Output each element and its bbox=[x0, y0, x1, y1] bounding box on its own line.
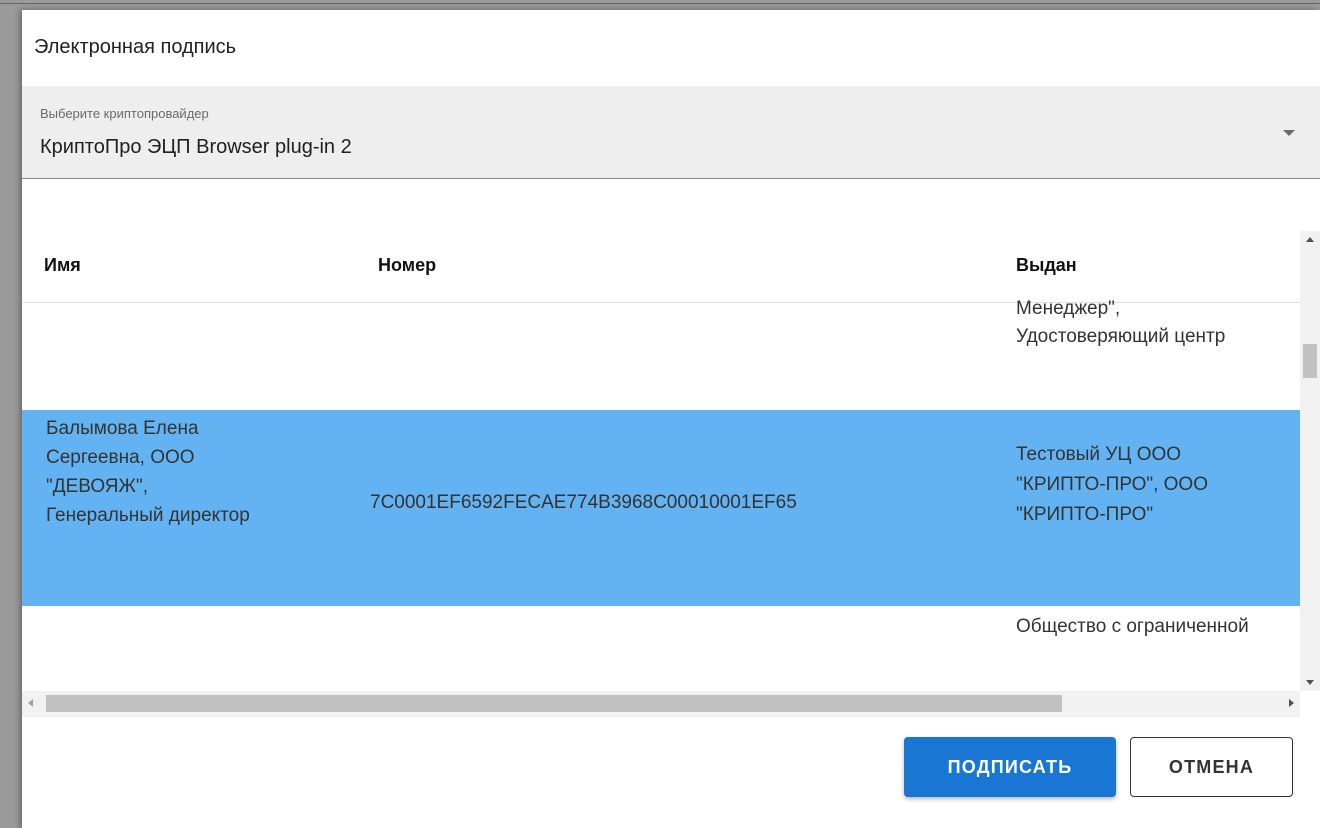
scroll-left-icon[interactable] bbox=[28, 699, 33, 707]
table-row[interactable]: Менеджер", Удостоверяющий центр bbox=[22, 298, 1300, 410]
table-header: Имя Номер Выдан bbox=[22, 231, 1300, 303]
cell-issuer: Общество с ограниченной bbox=[1016, 616, 1249, 637]
cell-number: 7C0001EF6592FECAE774B3968C00010001EF65 bbox=[370, 492, 797, 513]
column-header-name[interactable]: Имя bbox=[44, 255, 81, 276]
scroll-up-icon[interactable] bbox=[1306, 237, 1314, 242]
certificates-table: Имя Номер Выдан Менеджер", Удостоверяющи… bbox=[22, 231, 1320, 717]
select-label: Выберите криптопровайдер bbox=[40, 106, 209, 121]
cell-issuer: Тестовый УЦ ООО "КРИПТО-ПРО", ООО "КРИПТ… bbox=[1016, 444, 1208, 525]
cell-issuer: Менеджер", Удостоверяющий центр bbox=[1016, 295, 1256, 351]
horizontal-scroll-thumb[interactable] bbox=[46, 695, 1062, 712]
sign-button[interactable]: ПОДПИСАТЬ bbox=[904, 737, 1116, 797]
backdrop-line bbox=[0, 3, 1320, 4]
vertical-scroll-thumb[interactable] bbox=[1303, 344, 1317, 378]
cell-name: Балымова Елена Сергеевна, ООО "ДЕВОЯЖ", … bbox=[46, 418, 250, 526]
scroll-down-icon[interactable] bbox=[1306, 680, 1314, 685]
table-row-selected[interactable]: Балымова Елена Сергеевна, ООО "ДЕВОЯЖ", … bbox=[22, 410, 1300, 606]
vertical-scrollbar[interactable] bbox=[1300, 231, 1320, 691]
signature-dialog: Электронная подпись Выберите криптопрова… bbox=[22, 10, 1320, 828]
column-header-number[interactable]: Номер bbox=[378, 255, 436, 276]
cell-issuer-text: Менеджер", Удостоверяющий центр bbox=[1016, 298, 1226, 347]
caret-down-icon[interactable] bbox=[1283, 130, 1295, 136]
dialog-title: Электронная подпись bbox=[34, 36, 237, 58]
cancel-button[interactable]: ОТМЕНА bbox=[1130, 737, 1293, 797]
select-value: КриптоПро ЭЦП Browser plug-in 2 bbox=[40, 136, 352, 158]
horizontal-scrollbar[interactable] bbox=[22, 691, 1300, 717]
scroll-right-icon[interactable] bbox=[1289, 699, 1294, 707]
crypto-provider-select[interactable]: Выберите криптопровайдер КриптоПро ЭЦП B… bbox=[22, 86, 1320, 179]
column-header-issuer[interactable]: Выдан bbox=[1016, 255, 1077, 276]
